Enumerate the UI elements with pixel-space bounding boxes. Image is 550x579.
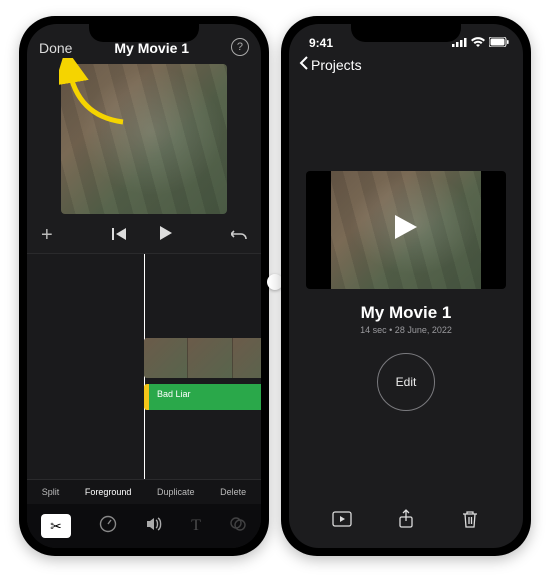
clip-action-bar: Split Foreground Duplicate Delete [27,479,261,504]
wifi-icon [471,36,485,50]
project-title: My Movie 1 [114,40,189,56]
device-notch [89,24,199,42]
phone-frame-editor: Done My Movie 1 ? + [19,16,269,556]
volume-tool-button[interactable] [145,515,163,538]
help-button[interactable]: ? [231,38,249,56]
audio-clip-title: Bad Liar [157,389,191,399]
scissors-icon: ✂ [50,518,62,535]
edit-button-label: Edit [396,375,417,389]
foreground-button[interactable]: Foreground [83,487,134,497]
edit-button[interactable]: Edit [377,353,435,411]
project-title-label: My Movie 1 [361,303,452,323]
phone-frame-project: 9:41 Pro [281,16,531,556]
delete-button[interactable] [460,509,480,534]
device-notch [351,24,461,42]
back-to-projects-button[interactable]: Projects [299,56,513,73]
play-icon [395,215,417,245]
play-button[interactable] [160,226,172,245]
cut-tool-button[interactable]: ✂ [41,514,71,538]
text-tool-button[interactable]: T [191,517,201,535]
editor-screen: Done My Movie 1 ? + [27,24,261,548]
speed-tool-button[interactable] [99,515,117,538]
skip-back-button[interactable] [112,227,126,245]
play-project-button[interactable] [332,509,352,534]
timeline-area[interactable]: Bad Liar [27,253,261,479]
delete-button[interactable]: Delete [218,487,248,497]
project-meta-label: 14 sec • 28 June, 2022 [360,325,452,335]
filters-tool-button[interactable] [229,515,247,538]
chevron-left-icon [299,56,309,73]
add-media-button[interactable]: + [41,224,53,247]
battery-icon [489,36,509,50]
back-label: Projects [311,57,362,73]
share-button[interactable] [396,509,416,534]
done-button[interactable]: Done [39,40,72,56]
project-screen: 9:41 Pro [289,24,523,548]
video-preview[interactable] [61,64,227,214]
undo-button[interactable] [231,227,247,245]
status-time: 9:41 [309,36,333,50]
split-button[interactable]: Split [40,487,62,497]
project-thumbnail[interactable] [306,171,506,289]
tool-bar: ✂ T [27,504,261,548]
project-footer [289,494,523,548]
audio-clip[interactable]: Bad Liar [144,384,261,410]
video-clip[interactable] [144,338,261,378]
duplicate-button[interactable]: Duplicate [155,487,197,497]
